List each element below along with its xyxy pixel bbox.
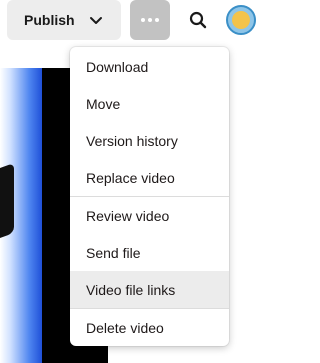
search-button[interactable]	[184, 6, 212, 34]
chevron-down-icon	[90, 17, 102, 24]
menu-item-label: Version history	[86, 132, 178, 149]
menu-item-delete-video[interactable]: Delete video	[70, 309, 229, 346]
menu-item-label: Video file links	[86, 281, 176, 298]
toolbar: Publish	[0, 0, 256, 42]
menu-item-label: Review video	[86, 207, 170, 224]
more-horizontal-icon	[141, 18, 159, 22]
menu-item-video-file-links[interactable]: Video file links	[70, 271, 229, 308]
menu-item-label: Move	[86, 95, 121, 112]
more-options-menu: Download Move Version history Replace vi…	[70, 47, 229, 346]
menu-item-send-file[interactable]: Send file	[70, 234, 229, 271]
menu-item-replace-video[interactable]: Replace video	[70, 159, 229, 196]
publish-button[interactable]: Publish	[7, 0, 121, 40]
menu-item-review-video[interactable]: Review video	[70, 197, 229, 234]
publish-label: Publish	[24, 12, 75, 28]
avatar-face	[232, 11, 250, 29]
video-shape	[0, 162, 14, 244]
menu-item-label: Download	[86, 58, 149, 75]
menu-item-label: Replace video	[86, 169, 175, 186]
search-icon	[189, 11, 207, 29]
menu-item-label: Send file	[86, 244, 141, 261]
menu-item-move[interactable]: Move	[70, 85, 229, 122]
menu-item-version-history[interactable]: Version history	[70, 122, 229, 159]
menu-item-download[interactable]: Download	[70, 48, 229, 85]
more-options-button[interactable]	[130, 0, 170, 40]
avatar[interactable]	[226, 5, 256, 35]
menu-item-label: Delete video	[86, 319, 164, 336]
